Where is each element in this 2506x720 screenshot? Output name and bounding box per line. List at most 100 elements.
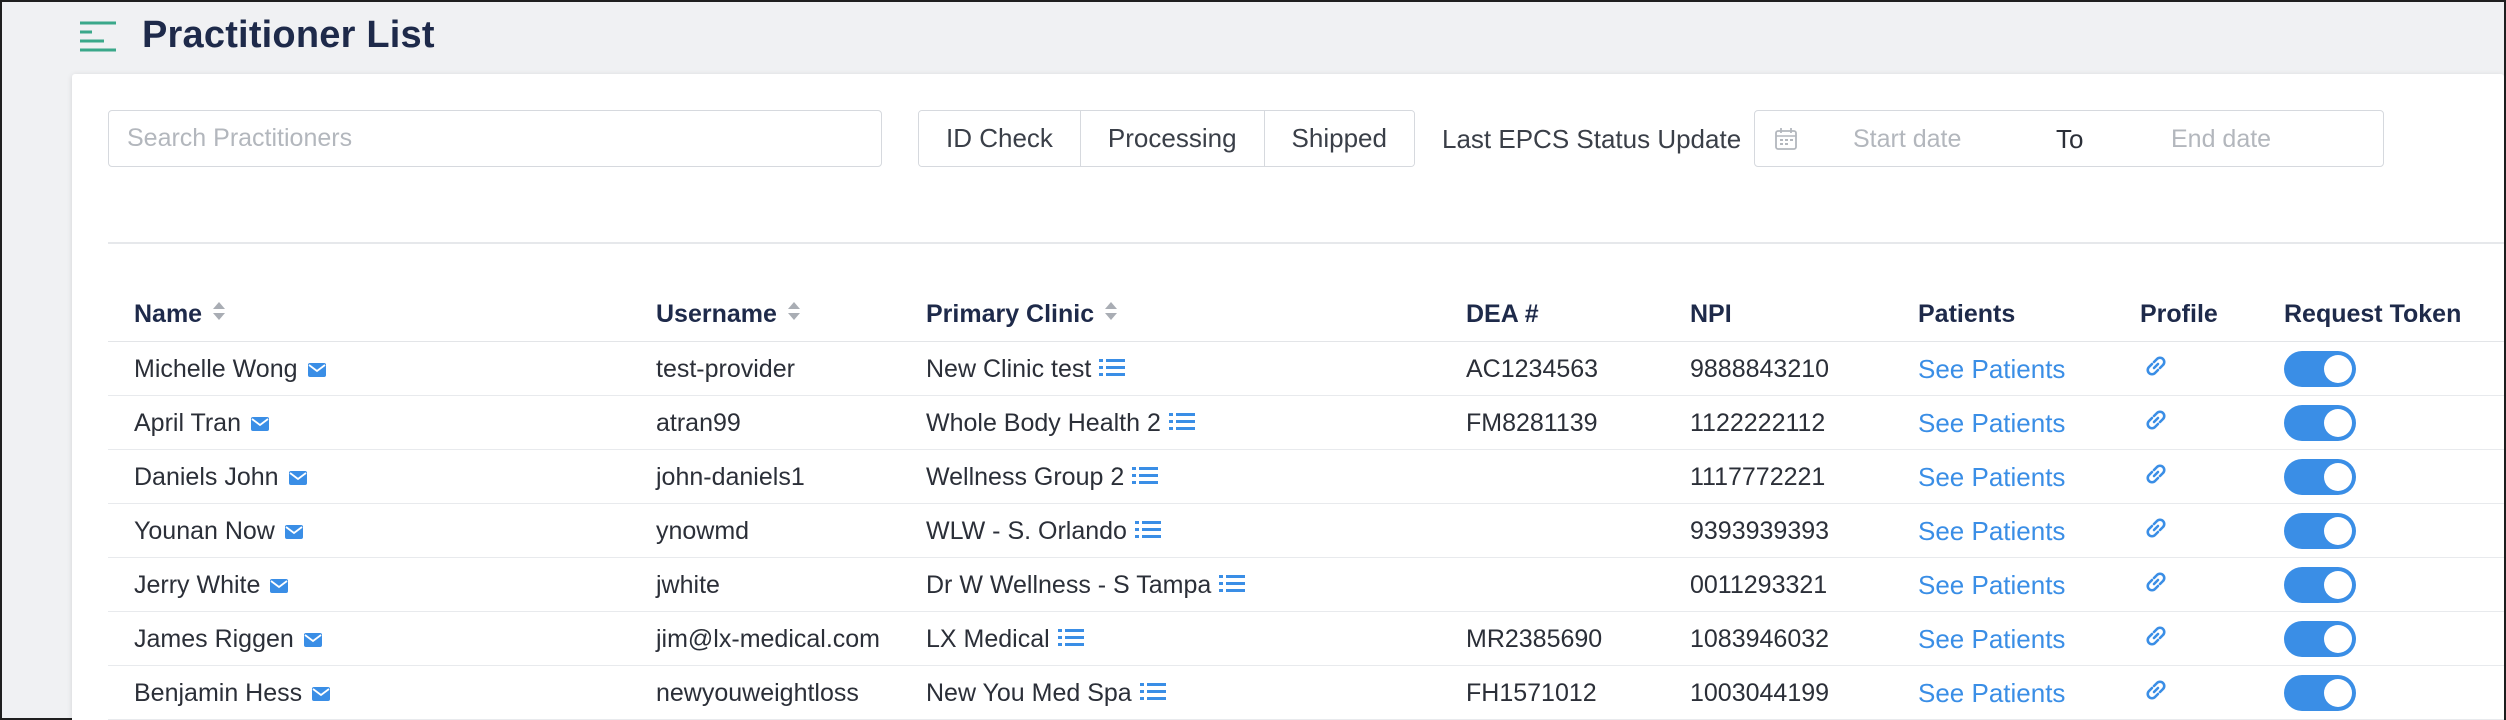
request-token-toggle[interactable] [2284,459,2356,495]
request-token-toggle[interactable] [2284,405,2356,441]
patients-cell: See Patients [1918,666,2065,720]
request-token-toggle[interactable] [2284,351,2356,387]
mail-icon[interactable] [303,625,322,654]
toggle-knob [2324,571,2352,599]
request-token-toggle[interactable] [2284,621,2356,657]
token-cell [2284,342,2356,396]
start-date-input[interactable]: Start date [1853,125,1961,154]
clinic-name: New Clinic test [926,354,1092,383]
sort-icon[interactable] [1104,300,1118,329]
see-patients-link[interactable]: See Patients [1918,678,2065,709]
mail-icon[interactable] [250,409,269,438]
mail-icon[interactable] [284,517,303,546]
profile-cell [2142,558,2170,612]
practitioner-name: April Tran [134,408,241,437]
list-icon[interactable] [1134,517,1161,546]
name-cell: Benjamin Hess [134,666,331,720]
see-patients-link[interactable]: See Patients [1918,408,2065,439]
list-icon[interactable] [1139,679,1166,708]
column-header-username[interactable]: Username [656,300,801,329]
sort-icon[interactable] [787,300,801,329]
clinic-name: New You Med Spa [926,678,1132,707]
mail-icon[interactable] [270,571,289,600]
see-patients-link[interactable]: See Patients [1918,570,2065,601]
column-header-request-token: Request Token [2284,300,2462,328]
username-cell: jwhite [656,570,720,599]
username-cell: jim@lx-medical.com [656,624,881,653]
see-patients-link[interactable]: See Patients [1918,354,2065,385]
column-header-primary-clinic[interactable]: Primary Clinic [926,300,1118,329]
username-cell: john-daniels1 [656,462,805,491]
table-body: Michelle Wong test-provider New Clinic t… [108,342,2504,720]
list-icon[interactable] [1132,463,1159,492]
end-date-input[interactable]: End date [2171,125,2271,154]
patients-cell: See Patients [1918,558,2065,612]
status-filter-group: ID Check Processing Shipped [918,110,1415,167]
practitioner-name: Younan Now [134,516,275,545]
profile-link-icon[interactable] [2142,460,2170,495]
filter-shipped-button[interactable]: Shipped [1264,111,1414,166]
filter-processing-button[interactable]: Processing [1080,111,1265,166]
mail-icon[interactable] [288,463,307,492]
profile-link-icon[interactable] [2142,406,2170,441]
name-cell: James Riggen [134,612,322,666]
npi-cell: 1003044199 [1690,678,1830,707]
npi-cell: 9393939393 [1690,516,1830,545]
table-row[interactable]: Benjamin Hess newyouweightloss New You M… [108,666,2504,720]
date-range-picker[interactable]: Start date To End date [1754,110,2384,167]
request-token-toggle[interactable] [2284,675,2356,711]
table-row[interactable]: Younan Now ynowmd WLW - S. Orlando 93939… [108,504,2504,558]
column-label: Primary Clinic [926,300,1095,328]
table-row[interactable]: James Riggen jim@lx-medical.com LX Medic… [108,612,2504,666]
profile-cell [2142,342,2170,396]
request-token-toggle[interactable] [2284,513,2356,549]
request-token-toggle[interactable] [2284,567,2356,603]
table-row[interactable]: Daniels John john-daniels1 Wellness Grou… [108,450,2504,504]
see-patients-link[interactable]: See Patients [1918,516,2065,547]
practitioner-name: Michelle Wong [134,354,298,383]
mail-icon[interactable] [312,679,331,708]
profile-link-icon[interactable] [2142,622,2170,657]
toggle-knob [2324,409,2352,437]
table-row[interactable]: Jerry White jwhite Dr W Wellness - S Tam… [108,558,2504,612]
table-row[interactable]: Michelle Wong test-provider New Clinic t… [108,342,2504,396]
profile-link-icon[interactable] [2142,568,2170,603]
table-row[interactable]: April Tran atran99 Whole Body Health 2 F… [108,396,2504,450]
list-icon[interactable] [1168,409,1195,438]
practitioner-name: Benjamin Hess [134,678,303,707]
dea-cell: AC1234563 [1466,354,1599,383]
see-patients-link[interactable]: See Patients [1918,462,2065,493]
npi-cell: 1117772221 [1690,462,1826,491]
token-cell [2284,558,2356,612]
username-cell: atran99 [656,408,741,437]
npi-cell: 1083946032 [1690,624,1830,653]
token-cell [2284,666,2356,720]
clinic-name: Dr W Wellness - S Tampa [926,570,1212,599]
npi-cell: 0011293321 [1690,570,1828,599]
see-patients-link[interactable]: See Patients [1918,624,2065,655]
toggle-knob [2324,679,2352,707]
list-icon[interactable] [1219,571,1246,600]
epcs-status-label: Last EPCS Status Update [1442,124,1742,154]
sort-icon[interactable] [212,300,226,329]
filter-id-check-button[interactable]: ID Check [919,111,1081,166]
profile-link-icon[interactable] [2142,676,2170,711]
patients-cell: See Patients [1918,342,2065,396]
column-header-name[interactable]: Name [134,300,226,329]
toggle-knob [2324,517,2352,545]
dea-cell: MR2385690 [1466,624,1603,653]
toggle-knob [2324,625,2352,653]
mail-icon[interactable] [307,355,326,384]
menu-icon[interactable] [78,20,118,54]
token-cell [2284,612,2356,666]
profile-cell [2142,396,2170,450]
profile-link-icon[interactable] [2142,514,2170,549]
profile-link-icon[interactable] [2142,352,2170,387]
column-header-npi: NPI [1690,300,1732,328]
search-input[interactable] [108,110,882,167]
list-icon[interactable] [1057,625,1084,654]
practitioner-name: Jerry White [134,570,261,599]
token-cell [2284,504,2356,558]
list-icon[interactable] [1099,355,1126,384]
practitioner-name: James Riggen [134,624,294,653]
